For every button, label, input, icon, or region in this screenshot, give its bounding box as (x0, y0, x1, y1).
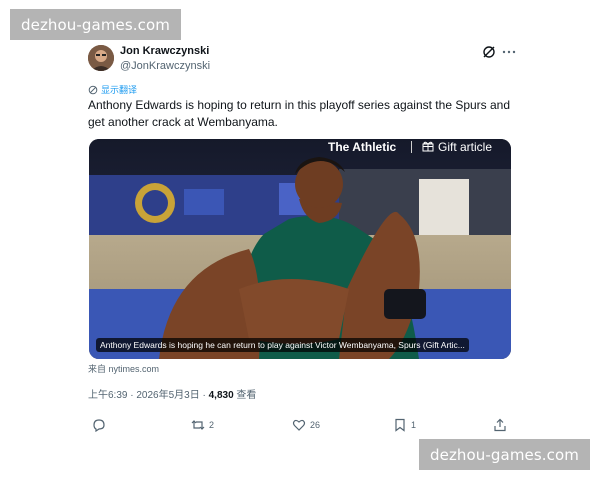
article-source[interactable]: 来自 nytimes.com (88, 362, 159, 375)
view-count: 4,830 (208, 390, 234, 401)
like-count: 26 (310, 420, 321, 430)
article-caption: Anthony Edwards is hoping he can return … (96, 338, 469, 352)
translate-link[interactable]: 显示翻译 (88, 83, 137, 96)
brand-label: The Athletic (328, 140, 397, 154)
divider (411, 141, 412, 153)
retweet-icon (191, 420, 205, 430)
reply-button[interactable] (92, 418, 110, 432)
like-icon (292, 419, 306, 431)
share-icon (494, 418, 506, 432)
article-image (89, 139, 511, 359)
translate-label: 显示翻译 (101, 85, 138, 95)
more-icon[interactable] (502, 50, 516, 54)
tweet-meta: 上午6:39 · 2026年5月3日 · 4,830 查看 (88, 386, 256, 401)
views-label: 查看 (233, 390, 257, 401)
author-handle[interactable]: @JonKrawczynski (120, 60, 210, 72)
watermark-bottom: dezhou-games.com (419, 439, 590, 470)
gift-icon (422, 141, 434, 152)
bookmark-icon (395, 418, 405, 432)
tweet-card: Jon Krawczynski @JonKrawczynski 显示翻译 Ant… (78, 36, 522, 444)
retweet-count: 2 (209, 420, 215, 430)
like-button[interactable]: 26 (292, 418, 320, 432)
reply-icon (93, 419, 105, 432)
bookmark-button[interactable]: 1 (393, 418, 416, 432)
retweet-button[interactable]: 2 (191, 418, 214, 432)
tweet-text: Anthony Edwards is hoping to return in t… (88, 98, 511, 129)
translate-icon (88, 85, 98, 94)
grok-icon[interactable] (482, 45, 496, 59)
timestamp[interactable]: 上午6:39 · 2026年5月3日 · (88, 390, 209, 401)
article-card[interactable]: The Athletic Gift article Anthony Edward… (89, 139, 511, 359)
author-name[interactable]: Jon Krawczynski (120, 45, 209, 57)
share-button[interactable] (493, 418, 507, 432)
gift-article-label[interactable]: Gift article (438, 139, 492, 155)
avatar[interactable] (88, 45, 114, 71)
bookmark-count: 1 (411, 420, 417, 430)
action-bar: 2 26 1 (78, 418, 522, 436)
